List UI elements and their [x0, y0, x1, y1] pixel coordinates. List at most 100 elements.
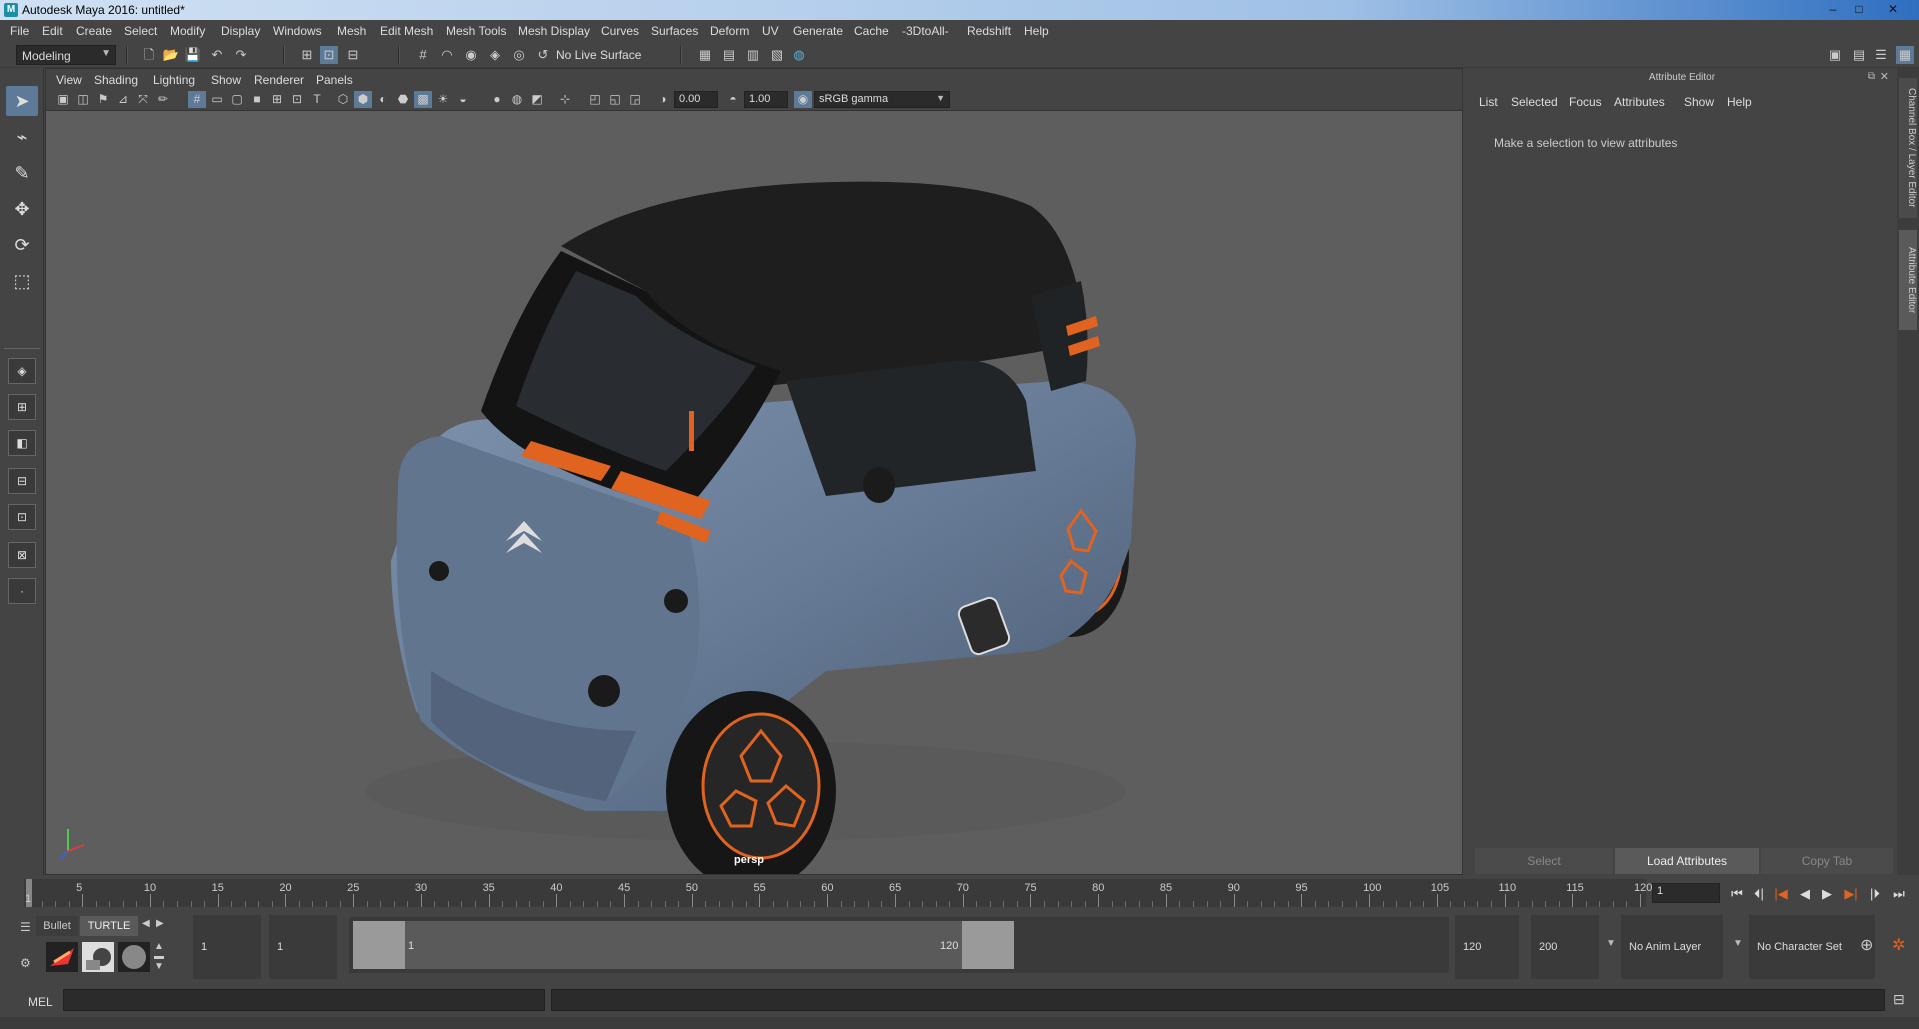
textured-icon[interactable]: ▩	[414, 91, 432, 108]
menu-generate[interactable]: Generate	[793, 24, 843, 38]
ae-menu-help[interactable]: Help	[1727, 95, 1752, 109]
turtle-sphere-icon[interactable]	[118, 942, 150, 972]
float-panel-icon[interactable]: ⧉	[1868, 71, 1875, 82]
viewport-menu-view[interactable]: View	[56, 73, 82, 87]
color-management-icon[interactable]: ◉	[794, 91, 812, 108]
shelf-menu-icon[interactable]: ☰	[20, 920, 31, 934]
safe-action-icon[interactable]: ⊡	[288, 91, 306, 108]
go-to-start-icon[interactable]: ⏮	[1728, 885, 1746, 903]
shelf-tab-turtle[interactable]: TURTLE	[80, 916, 138, 936]
render-frame-icon[interactable]: ▥	[744, 46, 762, 64]
auto-key-icon[interactable]: ⊕	[1860, 935, 1873, 955]
menu-redshift[interactable]: Redshift	[967, 24, 1011, 38]
menu-create[interactable]: Create	[76, 24, 112, 38]
use-all-lights-icon[interactable]: ☀	[434, 91, 452, 108]
gamma-icon[interactable]: ◓	[724, 91, 742, 108]
mel-command-input[interactable]	[63, 989, 545, 1011]
select-by-hierarchy-icon[interactable]: ⊞	[298, 46, 316, 64]
bookmark-icon[interactable]: ⚑	[94, 91, 112, 108]
viewport-menu-renderer[interactable]: Renderer	[254, 73, 304, 87]
menu-edit[interactable]: Edit	[42, 24, 63, 38]
exposure-icon[interactable]: ◑	[654, 91, 672, 108]
chevron-down-icon[interactable]: ▼	[1606, 938, 1616, 949]
select-by-component-icon[interactable]: ⊟	[344, 46, 362, 64]
range-start-handle[interactable]	[353, 921, 405, 969]
chevron-down-icon[interactable]: ▼	[1733, 938, 1743, 949]
single-perspective-layout-icon[interactable]: ◈	[8, 358, 36, 384]
xray-joints-icon[interactable]: ◱	[606, 91, 624, 108]
ae-menu-attributes[interactable]: Attributes	[1614, 95, 1665, 109]
perspective-viewport[interactable]: View Shading Lighting Show Renderer Pane…	[45, 68, 1463, 875]
step-forward-frame-icon[interactable]: |⏵	[1866, 885, 1884, 903]
ae-menu-selected[interactable]: Selected	[1511, 95, 1558, 109]
wireframe-on-shaded-icon[interactable]: ⬣	[394, 91, 412, 108]
menu-surfaces[interactable]: Surfaces	[651, 24, 698, 38]
snap-view-plane-icon[interactable]: ◈	[486, 46, 504, 64]
hypershade-icon[interactable]: ◍	[790, 46, 808, 64]
playback-start-field[interactable]: 1	[269, 915, 337, 979]
script-editor-icon[interactable]: ⊟	[1893, 991, 1905, 1008]
channel-box-tab[interactable]: Channel Box / Layer Editor	[1899, 78, 1917, 218]
persp-graph-layout-icon[interactable]: ⊟	[8, 468, 36, 494]
move-tool-icon[interactable]: ✥	[6, 194, 38, 224]
persp-uv-layout-icon[interactable]: ⊠	[8, 542, 36, 568]
xray-icon[interactable]: ◰	[586, 91, 604, 108]
persp-outliner-layout-icon[interactable]: ◧	[8, 430, 36, 456]
play-forwards-icon[interactable]: ▶	[1818, 885, 1836, 903]
menu-select[interactable]: Select	[124, 24, 157, 38]
paint-select-tool-icon[interactable]: ✎	[6, 158, 38, 188]
two-d-pan-zoom-icon[interactable]: ⤧	[134, 91, 152, 108]
default-lighting-icon[interactable]: ◐	[374, 91, 392, 108]
menu-set-dropdown[interactable]: Modeling ▼	[16, 45, 116, 65]
range-slider-handle[interactable]	[353, 921, 1014, 969]
smooth-shade-icon[interactable]: ⬢	[354, 91, 372, 108]
select-tool-icon[interactable]: ➤	[6, 86, 38, 116]
anim-layer-dropdown[interactable]: No Anim Layer	[1621, 915, 1723, 979]
animation-preferences-icon[interactable]: ✲	[1892, 935, 1905, 955]
copy-tab-button[interactable]: Copy Tab	[1761, 848, 1893, 874]
grid-icon[interactable]: #	[188, 91, 206, 108]
camera-attributes-icon[interactable]: ◫	[74, 91, 92, 108]
menu-help[interactable]: Help	[1024, 24, 1049, 38]
time-slider-track[interactable]: 1 5 10 15 20 25 30 35 40 45 50 55 60 65 70 75 80 85 90 95 10…	[24, 879, 1652, 907]
image-plane-icon[interactable]: ⊿	[114, 91, 132, 108]
turtle-render-icon[interactable]	[46, 942, 78, 972]
load-attributes-button[interactable]: Load Attributes	[1615, 848, 1759, 874]
lasso-tool-icon[interactable]: ⌁	[6, 122, 38, 152]
menu-display[interactable]: Display	[221, 24, 260, 38]
menu-curves[interactable]: Curves	[601, 24, 639, 38]
gamma-field[interactable]: 1.00	[744, 91, 788, 108]
ae-menu-focus[interactable]: Focus	[1569, 95, 1602, 109]
save-scene-icon[interactable]: 💾	[184, 46, 202, 64]
four-view-layout-icon[interactable]: ⊞	[8, 394, 36, 420]
snap-grid-icon[interactable]: #	[414, 46, 432, 64]
attribute-editor-tab[interactable]: Attribute Editor	[1899, 230, 1917, 330]
go-to-end-icon[interactable]: ⏭	[1890, 885, 1908, 903]
shadows-icon[interactable]: ◒	[454, 91, 472, 108]
grease-pencil-icon[interactable]: ✏	[154, 91, 172, 108]
viewport-menu-show[interactable]: Show	[211, 73, 241, 87]
play-backwards-icon[interactable]: ◀	[1796, 885, 1814, 903]
view-transform-dropdown[interactable]: sRGB gamma ▼	[814, 91, 950, 108]
snap-live-icon[interactable]: ◎	[510, 46, 528, 64]
viewport-menu-lighting[interactable]: Lighting	[153, 73, 195, 87]
select-camera-icon[interactable]: ▣	[54, 91, 72, 108]
safe-title-icon[interactable]: T	[308, 91, 326, 108]
menu-file[interactable]: File	[10, 24, 29, 38]
turtle-bake-icon[interactable]	[82, 942, 114, 972]
menu-mesh-display[interactable]: Mesh Display	[518, 24, 590, 38]
menu-edit-mesh[interactable]: Edit Mesh	[380, 24, 433, 38]
menu-modify[interactable]: Modify	[170, 24, 205, 38]
resolution-gate-icon[interactable]: ▢	[228, 91, 246, 108]
viewport-menu-panels[interactable]: Panels	[316, 73, 353, 87]
redo-icon[interactable]: ↷	[232, 46, 250, 64]
range-end-handle[interactable]	[962, 921, 1014, 969]
select-by-object-icon[interactable]: ⊡	[320, 46, 338, 64]
menu-mesh[interactable]: Mesh	[337, 24, 366, 38]
channel-box-toggle-icon[interactable]: ▦	[1896, 46, 1914, 64]
maximize-button[interactable]: □	[1846, 1, 1872, 18]
shelf-settings-icon[interactable]: ⚙	[20, 956, 31, 970]
step-back-key-icon[interactable]: |◀	[1772, 885, 1790, 903]
screen-space-ao-icon[interactable]: ●	[488, 91, 506, 108]
undo-icon[interactable]: ↶	[208, 46, 226, 64]
